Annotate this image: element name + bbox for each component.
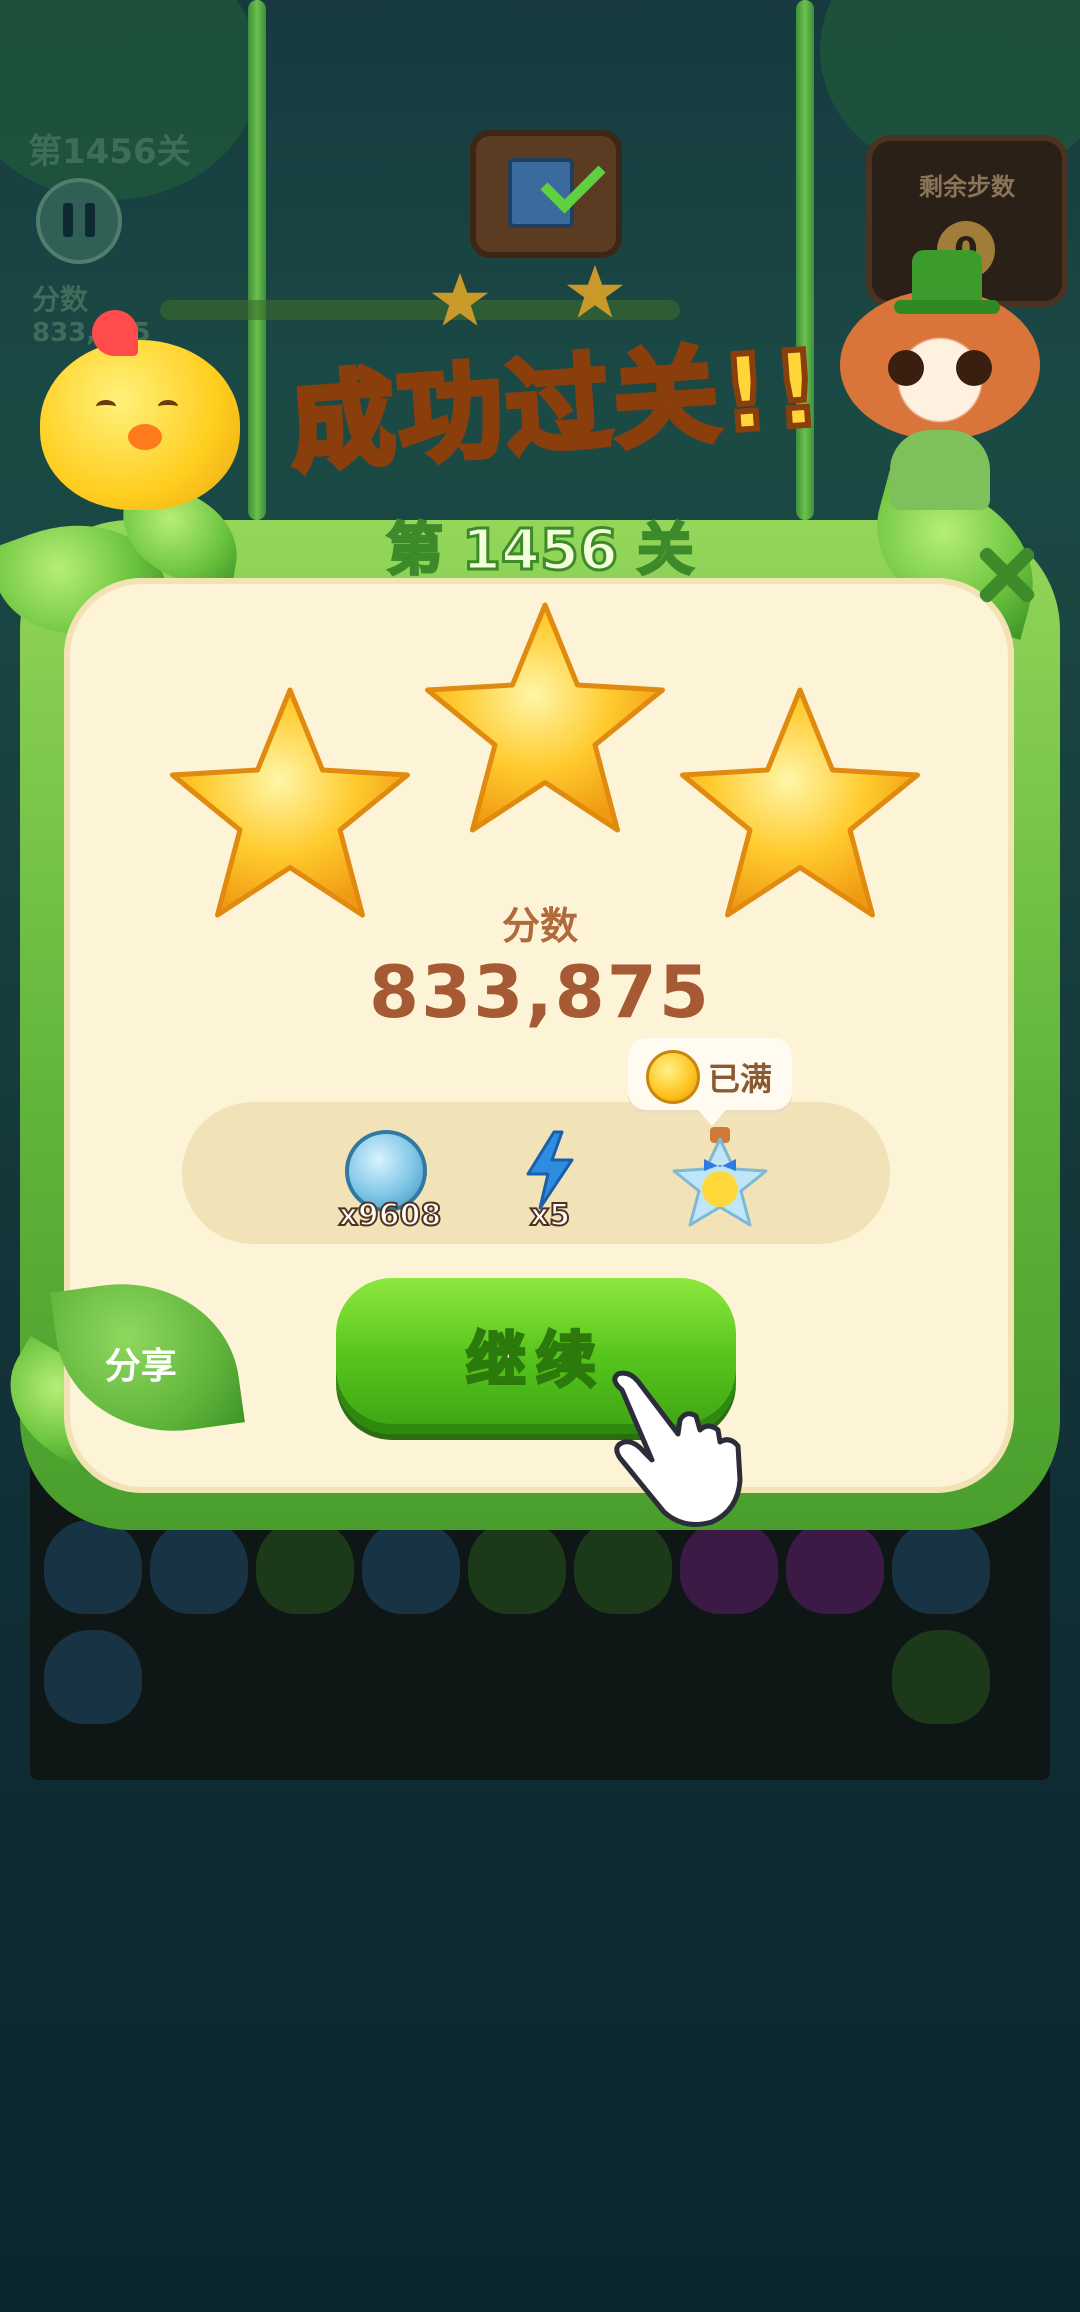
level-number-label: 第 1456 关 bbox=[385, 517, 695, 585]
pause-icon bbox=[63, 203, 73, 237]
result-star-icon bbox=[425, 602, 665, 833]
owl-tile bbox=[786, 1520, 884, 1614]
close-button[interactable] bbox=[960, 530, 1050, 620]
result-star-icon bbox=[170, 687, 410, 918]
coin-reward-count: x9608 bbox=[338, 1197, 443, 1234]
hippo-tile bbox=[362, 1520, 460, 1614]
hud-score-label: 分数 bbox=[32, 283, 89, 316]
vine-decoration bbox=[248, 0, 266, 520]
chick-character bbox=[40, 310, 240, 510]
pause-button[interactable] bbox=[36, 178, 122, 264]
level-complete-banner: 成功过关!! bbox=[283, 324, 831, 500]
hippo-tile bbox=[44, 1520, 142, 1614]
moves-label: 剩余步数 bbox=[919, 173, 1015, 201]
hippo-tile bbox=[892, 1520, 990, 1614]
hud-level-label: 第1456关 bbox=[28, 132, 191, 172]
score-value: 833,875 bbox=[369, 950, 711, 1034]
hippo-tile bbox=[44, 1630, 142, 1724]
hud-star-icon bbox=[566, 265, 624, 318]
gold-coin-icon bbox=[646, 1050, 700, 1104]
frog-tile bbox=[892, 1630, 990, 1724]
hippo-tile bbox=[150, 1520, 248, 1614]
bolt-reward-count: x5 bbox=[529, 1197, 571, 1234]
star-jar-icon bbox=[672, 1127, 768, 1227]
raccoon-character bbox=[840, 250, 1040, 510]
score-label: 分数 bbox=[501, 904, 578, 948]
owl-tile bbox=[680, 1520, 778, 1614]
full-status-text: 已满 bbox=[708, 1060, 773, 1098]
share-label: 分享 bbox=[104, 1345, 177, 1387]
frog-tile bbox=[574, 1520, 672, 1614]
frog-tile bbox=[468, 1520, 566, 1614]
hand-pointer-icon bbox=[612, 1370, 743, 1527]
level-goal-box bbox=[470, 130, 622, 258]
frog-tile bbox=[256, 1520, 354, 1614]
result-star-icon bbox=[680, 687, 920, 918]
full-tooltip: 已满 bbox=[628, 1038, 792, 1126]
hud-star-icon bbox=[431, 273, 489, 326]
